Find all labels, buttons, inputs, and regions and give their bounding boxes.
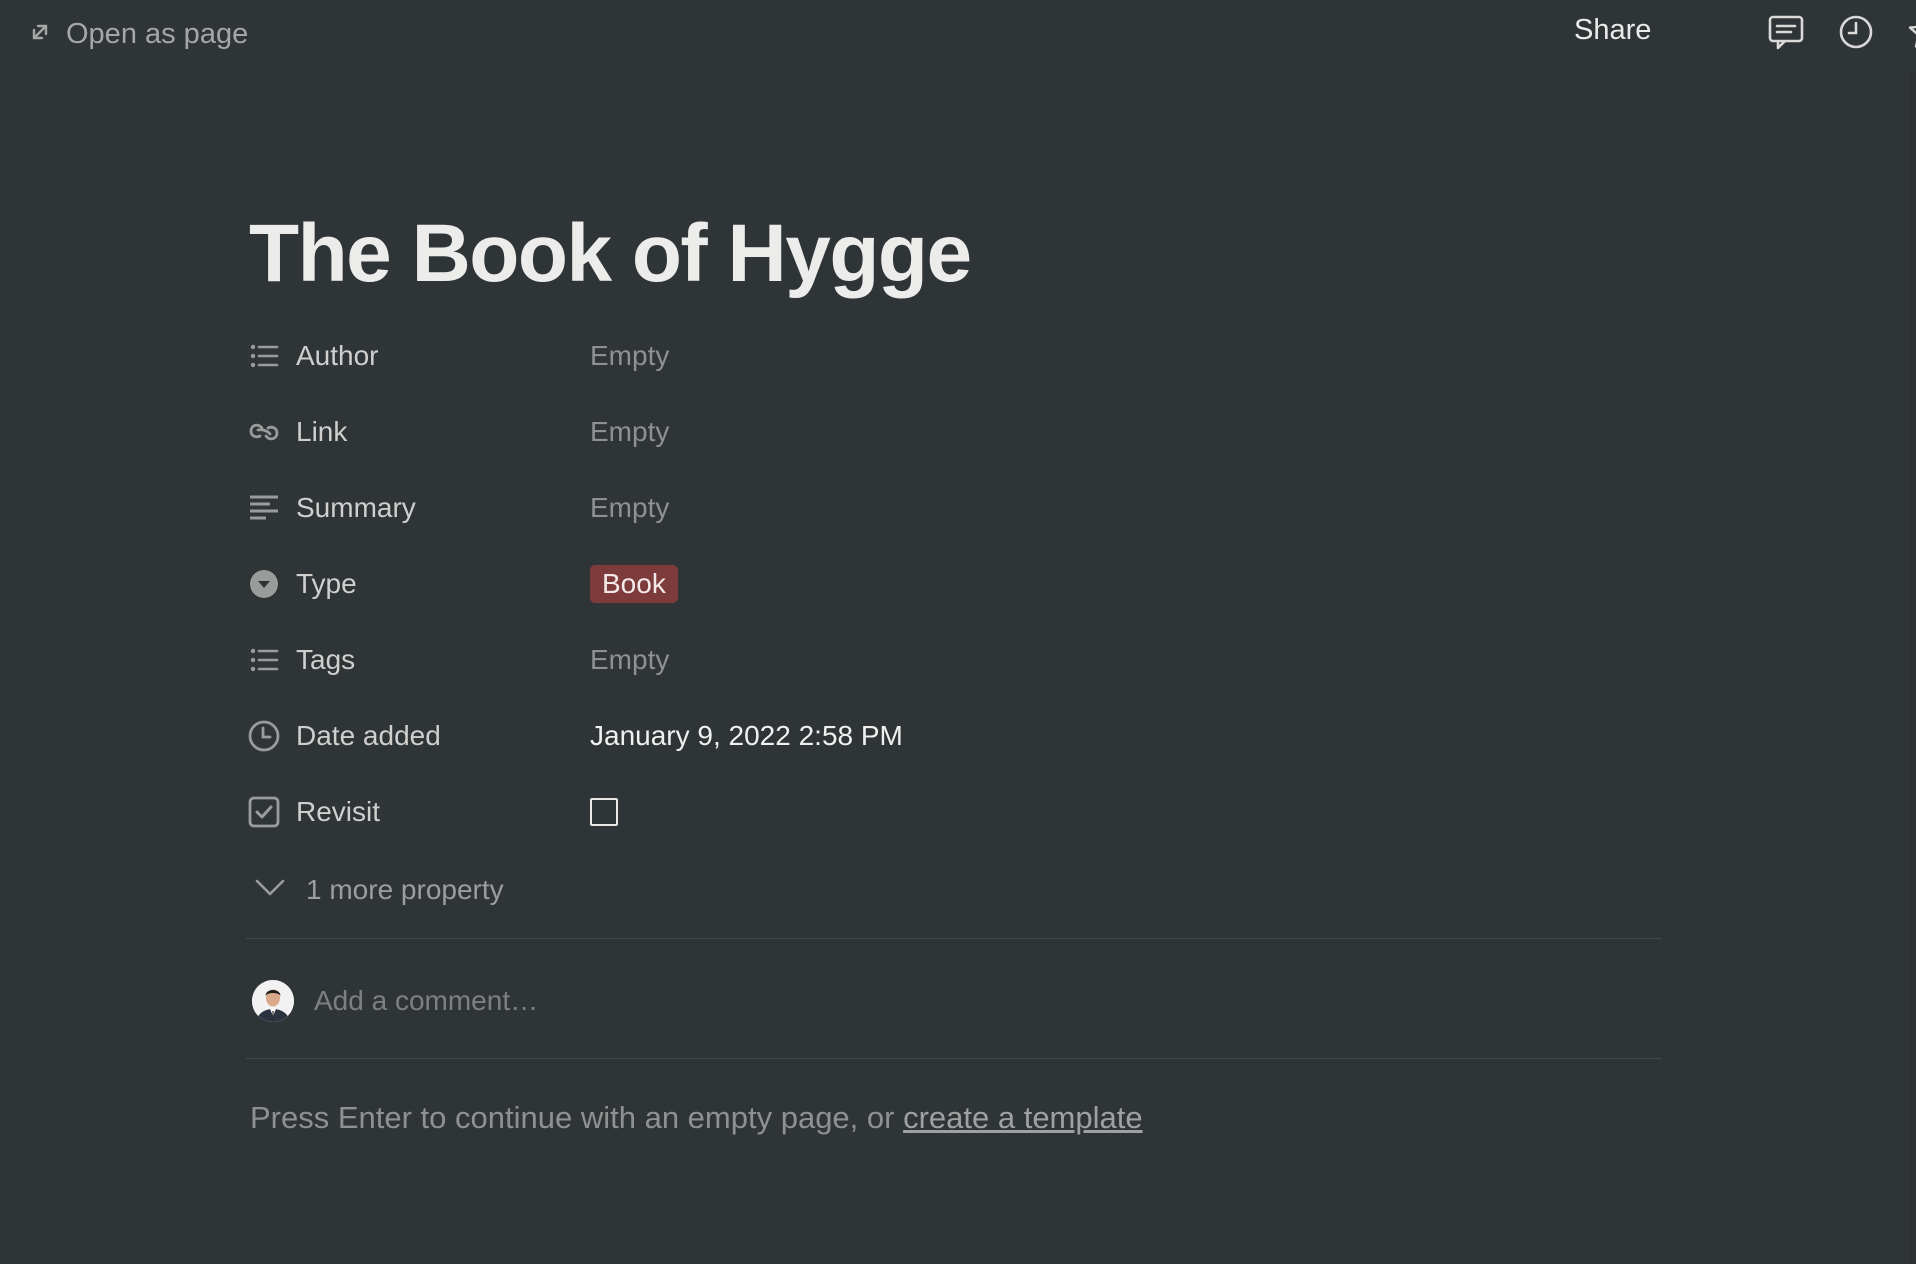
property-label: Author: [296, 340, 379, 371]
star-icon[interactable]: [1906, 12, 1916, 52]
comment-icon[interactable]: [1766, 12, 1806, 52]
property-name-link[interactable]: Link: [246, 414, 590, 450]
property-name-author[interactable]: Author: [246, 338, 590, 374]
property-label: Revisit: [296, 796, 381, 827]
property-row-date-added: Date added January 9, 2022 2:58 PM: [246, 704, 1666, 768]
empty-page-prompt-text: Press Enter to continue with an empty pa…: [250, 1100, 904, 1135]
property-value-tags[interactable]: Empty: [590, 644, 669, 676]
property-value-author[interactable]: Empty: [590, 340, 669, 372]
chevron-down-icon: [254, 878, 286, 903]
revisit-checkbox[interactable]: [590, 798, 618, 826]
text-icon: [246, 490, 282, 526]
share-button[interactable]: Share: [1574, 14, 1651, 47]
checkbox-icon: [246, 794, 282, 830]
property-value-date-added[interactable]: January 9, 2022 2:58 PM: [590, 720, 903, 752]
property-row-revisit: Revisit: [246, 780, 1666, 844]
list-icon: [246, 338, 282, 374]
property-name-tags[interactable]: Tags: [246, 642, 590, 678]
empty-page-prompt: Press Enter to continue with an empty pa…: [250, 1100, 1143, 1136]
open-as-page-button[interactable]: Open as page: [28, 12, 248, 56]
property-value-link[interactable]: Empty: [590, 416, 669, 448]
expand-icon: [28, 20, 52, 49]
property-name-date-added[interactable]: Date added: [246, 718, 590, 754]
property-row-author: Author Empty: [246, 324, 1666, 388]
open-as-page-label: Open as page: [66, 17, 249, 50]
select-icon: [246, 566, 282, 602]
property-row-summary: Summary Empty: [246, 476, 1666, 540]
property-name-revisit[interactable]: Revisit: [246, 794, 590, 830]
property-label: Tags: [296, 644, 356, 675]
property-label: Type: [296, 568, 357, 599]
comment-row: [252, 974, 914, 1028]
type-tag-book: Book: [590, 565, 678, 603]
property-name-summary[interactable]: Summary: [246, 490, 590, 526]
more-properties-label: 1 more property: [306, 874, 504, 905]
more-properties-toggle[interactable]: 1 more property: [254, 866, 504, 914]
create-template-link[interactable]: create a template: [903, 1100, 1143, 1135]
clock-icon: [246, 718, 282, 754]
divider: [246, 938, 1662, 939]
property-row-type: Type Book: [246, 552, 1666, 616]
page-title[interactable]: The Book of Hygge: [249, 204, 972, 304]
link-icon: [246, 414, 282, 450]
property-name-type[interactable]: Type: [246, 566, 590, 602]
scrollbar-track[interactable]: [1910, 72, 1916, 1264]
property-row-link: Link Empty: [246, 400, 1666, 464]
property-row-tags: Tags Empty: [246, 628, 1666, 692]
comment-input[interactable]: [314, 985, 914, 1017]
topbar-actions: Share: [1516, 8, 1916, 56]
divider: [246, 1058, 1662, 1059]
property-label: Link: [296, 416, 348, 447]
property-label: Summary: [296, 492, 416, 523]
list-icon: [246, 642, 282, 678]
avatar: [252, 980, 294, 1022]
clock-icon[interactable]: [1836, 12, 1876, 52]
property-value-summary[interactable]: Empty: [590, 492, 669, 524]
property-label: Date added: [296, 720, 441, 751]
property-value-type[interactable]: Book: [590, 565, 678, 603]
page-peek-view: Open as page Share The Book of Hygge Aut…: [0, 0, 1916, 1264]
